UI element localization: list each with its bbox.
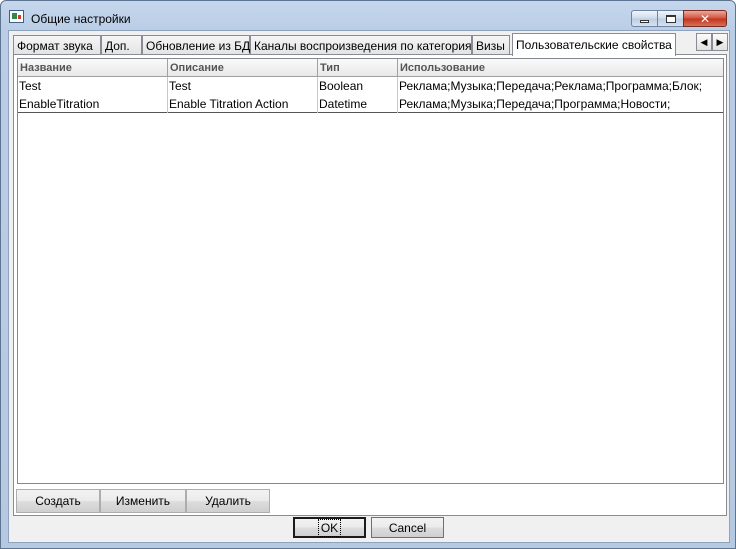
column-header-usage[interactable]: Использование	[398, 59, 723, 77]
tab-scroll-left-button[interactable]: ◀	[696, 33, 712, 51]
tab-label: Обновление из БД	[146, 38, 251, 53]
maximize-button[interactable]	[657, 10, 683, 27]
tab-label: Формат звука	[17, 38, 93, 53]
cell-description[interactable]: Enable Titration Action	[168, 95, 318, 113]
caption-buttons: ✕	[631, 10, 727, 28]
minimize-button[interactable]	[631, 10, 657, 27]
close-icon: ✕	[699, 11, 711, 26]
create-button[interactable]: Создать	[16, 489, 100, 513]
column-header-name[interactable]: Название	[18, 59, 168, 77]
tab-label: Пользовательские свойства	[516, 38, 672, 52]
tab-strip: Формат звука Доп. Обновление из БД Канал…	[13, 33, 728, 56]
arrow-left-icon: ◀	[700, 36, 708, 47]
tab-custom-properties[interactable]: Пользовательские свойства	[512, 33, 676, 56]
title-bar[interactable]: Общие настройки ✕	[1, 1, 735, 31]
column-header-type[interactable]: Тип	[318, 59, 398, 77]
grid-body: Test Test Boolean Реклама;Музыка;Передач…	[18, 77, 723, 113]
edit-button[interactable]: Изменить	[100, 489, 186, 513]
tab-extra[interactable]: Доп.	[101, 35, 142, 55]
tab-scroll-right-button[interactable]: ▶	[712, 33, 728, 51]
ok-label: OK	[317, 518, 342, 537]
dialog-client-area: Формат звука Доп. Обновление из БД Канал…	[8, 30, 730, 543]
minimize-icon	[640, 20, 649, 23]
grid-header: Название Описание Тип Использование	[18, 59, 723, 77]
cancel-button[interactable]: Cancel	[371, 517, 444, 538]
arrow-right-icon: ▶	[716, 36, 724, 47]
tab-label: Визы	[476, 38, 505, 53]
settings-window: Общие настройки ✕ Формат звука Доп. Обно…	[0, 0, 736, 549]
tab-page-custom-properties: Название Описание Тип Использование Test…	[13, 54, 727, 516]
cell-description[interactable]: Test	[168, 77, 318, 95]
cell-type[interactable]: Datetime	[318, 95, 398, 113]
cell-usage[interactable]: Реклама;Музыка;Передача;Реклама;Программ…	[398, 77, 723, 95]
app-icon	[9, 10, 24, 23]
delete-button[interactable]: Удалить	[186, 489, 270, 513]
cell-name[interactable]: EnableTitration	[18, 95, 168, 113]
cell-name[interactable]: Test	[18, 77, 168, 95]
maximize-icon	[665, 14, 676, 23]
ok-button[interactable]: OK	[293, 517, 366, 538]
tab-sound-format[interactable]: Формат звука	[13, 35, 101, 55]
table-row[interactable]: Test Test Boolean Реклама;Музыка;Передач…	[18, 77, 723, 95]
tab-db-update[interactable]: Обновление из БД	[142, 35, 250, 55]
cell-usage[interactable]: Реклама;Музыка;Передача;Программа;Новост…	[398, 95, 723, 113]
tab-label: Доп.	[105, 38, 130, 53]
tab-label: Каналы воспроизведения по категориям	[254, 38, 480, 53]
column-header-description[interactable]: Описание	[168, 59, 318, 77]
window-title: Общие настройки	[31, 12, 131, 26]
tab-playback-channels[interactable]: Каналы воспроизведения по категориям	[250, 35, 480, 55]
properties-grid[interactable]: Название Описание Тип Использование Test…	[17, 58, 724, 484]
cell-type[interactable]: Boolean	[318, 77, 398, 95]
tab-visas[interactable]: Визы	[472, 35, 510, 55]
close-button[interactable]: ✕	[683, 10, 727, 27]
table-row[interactable]: EnableTitration Enable Titration Action …	[18, 95, 723, 113]
